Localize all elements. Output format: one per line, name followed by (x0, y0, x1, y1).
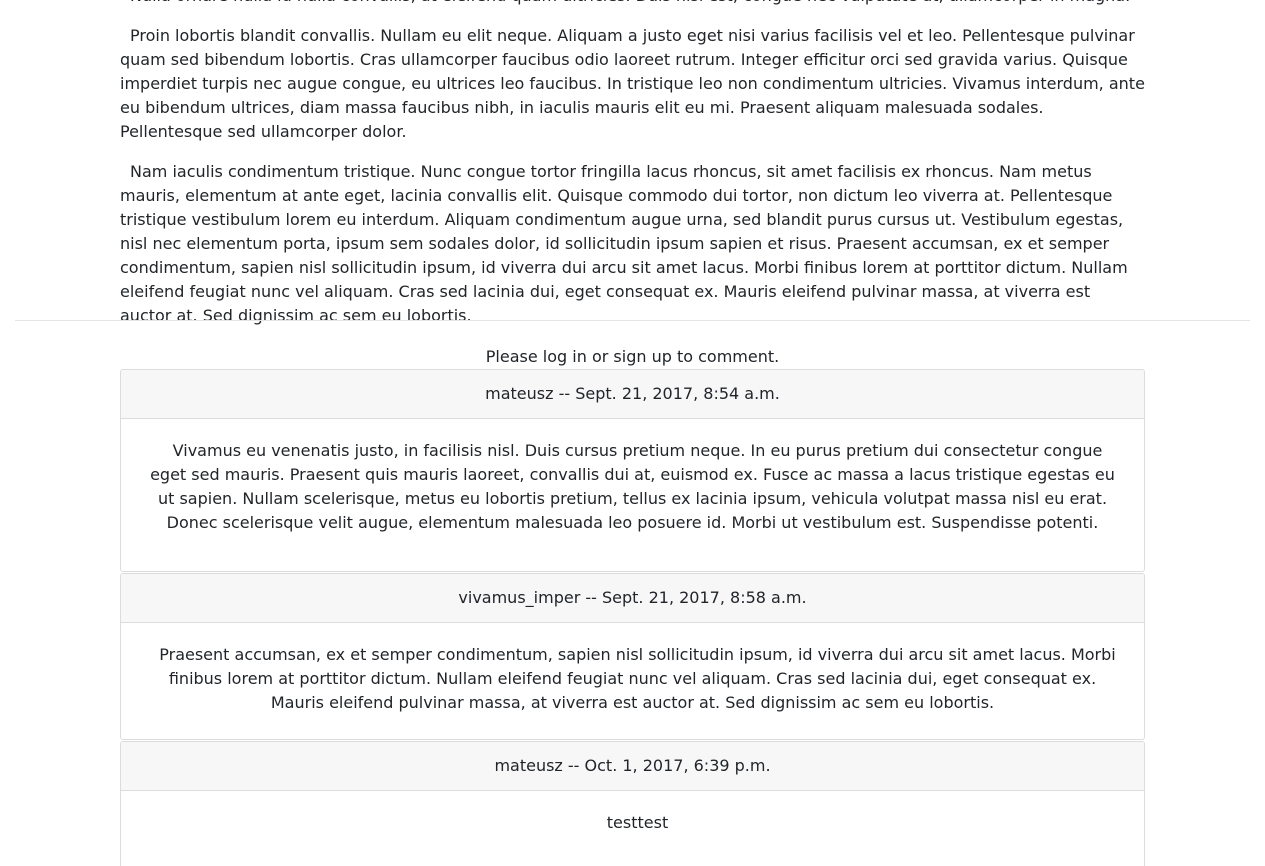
article-paragraph: Nam iaculis condimentum tristique. Nunc … (120, 162, 1128, 325)
comment-body: Vivamus eu venenatis justo, in facilisis… (121, 419, 1144, 571)
comment-body: testtest (121, 791, 1144, 866)
article-body: Nulla ornare nulla id nulla convallis, a… (120, 0, 1145, 344)
comment-header: mateusz -- Sept. 21, 2017, 8:54 a.m. (121, 370, 1144, 419)
login-prompt-suffix: to comment. (671, 347, 780, 366)
comment-card: mateusz -- Sept. 21, 2017, 8:54 a.m. Viv… (120, 369, 1145, 572)
login-link[interactable]: log in (543, 347, 587, 366)
comment-body: Praesent accumsan, ex et semper condimen… (121, 623, 1144, 739)
comment-text: testtest (606, 813, 669, 832)
comment-text: Vivamus eu venenatis justo, in facilisis… (150, 441, 1115, 532)
login-prompt-middle: or (586, 347, 614, 366)
signup-link[interactable]: sign up (613, 347, 671, 366)
article-paragraph-partial: Nulla ornare nulla id nulla convallis, a… (120, 0, 1145, 8)
section-divider (15, 320, 1250, 321)
login-prompt-prefix: Please (485, 347, 543, 366)
comment-header: vivamus_imper -- Sept. 21, 2017, 8:58 a.… (121, 574, 1144, 623)
article-paragraph: Proin lobortis blandit convallis. Nullam… (120, 26, 1145, 141)
comment-text: Praesent accumsan, ex et semper condimen… (159, 645, 1116, 712)
comment-list: mateusz -- Sept. 21, 2017, 8:54 a.m. Viv… (120, 369, 1145, 866)
comment-card: vivamus_imper -- Sept. 21, 2017, 8:58 a.… (120, 573, 1145, 740)
comment-header: mateusz -- Oct. 1, 2017, 6:39 p.m. (121, 742, 1144, 791)
comment-card: mateusz -- Oct. 1, 2017, 6:39 p.m. testt… (120, 741, 1145, 866)
login-prompt: Please log in or sign up to comment. (0, 345, 1265, 369)
